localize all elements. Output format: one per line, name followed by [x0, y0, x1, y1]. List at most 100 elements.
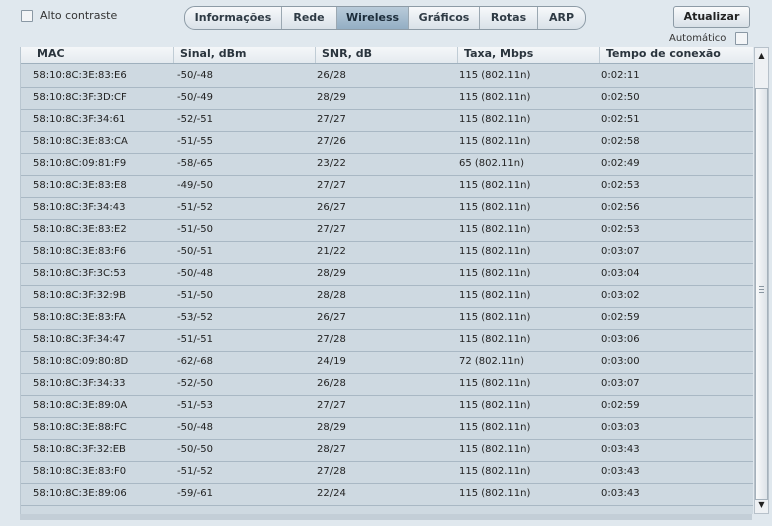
tab-wireless[interactable]: Wireless: [336, 7, 408, 29]
rate-cell: 115 (802.11n): [459, 444, 531, 455]
snr-cell: 27/27: [317, 180, 346, 191]
snr-cell: 27/28: [317, 334, 346, 345]
uptime-cell: 0:03:00: [601, 356, 640, 367]
table-row[interactable]: 58:10:8C:3E:83:F6 -50/-51 21/22 115 (802.11…: [21, 242, 753, 264]
high-contrast-checkbox[interactable]: [21, 9, 33, 22]
table-row[interactable]: 58:10:8C:3F:34:43 -51/-52 26/27 115 (802.11…: [21, 198, 753, 220]
signal-cell: -50/-50: [177, 444, 214, 455]
signal-cell: -51/-51: [177, 334, 214, 345]
snr-cell: 27/26: [317, 136, 346, 147]
table-row[interactable]: 58:10:8C:3E:83:F0 -51/-52 27/28 115 (802.11…: [21, 462, 753, 484]
table-row[interactable]: 58:10:8C:3E:83:CA -51/-55 27/26 115 (802.11…: [21, 132, 753, 154]
snr-cell: 26/28: [317, 70, 346, 81]
column-header-snr[interactable]: SNR, dB: [315, 47, 457, 63]
table-row[interactable]: 58:10:8C:3F:32:9B -51/-50 28/28 115 (802.11…: [21, 286, 753, 308]
uptime-cell: 0:03:06: [601, 334, 640, 345]
signal-cell: -51/-50: [177, 290, 214, 301]
uptime-cell: 0:03:03: [601, 422, 640, 433]
signal-cell: -50/-49: [177, 92, 214, 103]
rate-cell: 65 (802.11n): [459, 158, 525, 169]
high-contrast-toggle[interactable]: Alto contraste: [21, 9, 117, 22]
snr-cell: 26/27: [317, 202, 346, 213]
scroll-down-icon[interactable]: ▼: [755, 498, 768, 512]
mac-cell: 58:10:8C:3E:89:06: [33, 488, 127, 499]
mac-cell: 58:10:8C:09:81:F9: [33, 158, 127, 169]
table-row[interactable]: 58:10:8C:3E:88:FC -50/-48 28/29 115 (802.11…: [21, 418, 753, 440]
uptime-cell: 0:02:51: [601, 114, 640, 125]
uptime-cell: 0:03:43: [601, 444, 640, 455]
uptime-cell: 0:02:59: [601, 312, 640, 323]
table-row[interactable]: 58:10:8C:3F:34:47 -51/-51 27/28 115 (802.11…: [21, 330, 753, 352]
table-row[interactable]: 58:10:8C:3E:89:0A -51/-53 27/27 115 (802.11…: [21, 396, 753, 418]
table-row[interactable]: 58:10:8C:3E:83:FA -53/-52 26/27 115 (802.11…: [21, 308, 753, 330]
snr-cell: 26/28: [317, 378, 346, 389]
signal-cell: -62/-68: [177, 356, 214, 367]
tab-graficos[interactable]: Gráficos: [408, 7, 479, 29]
table-row[interactable]: 58:10:8C:3F:3D:CF -50/-49 28/29 115 (802.11…: [21, 88, 753, 110]
mac-cell: 58:10:8C:3E:83:E2: [33, 224, 127, 235]
signal-cell: -50/-48: [177, 422, 214, 433]
mac-cell: 58:10:8C:3E:83:E6: [33, 70, 127, 81]
mac-cell: 58:10:8C:3E:83:E8: [33, 180, 127, 191]
tab-informacoes[interactable]: Informações: [185, 7, 281, 29]
vertical-scrollbar[interactable]: ▲ ▼: [754, 47, 769, 514]
snr-cell: 24/19: [317, 356, 346, 367]
table-row[interactable]: 58:10:8C:3E:83:E6 -50/-48 26/28 115 (802.11…: [21, 66, 753, 88]
rate-cell: 115 (802.11n): [459, 202, 531, 213]
signal-cell: -51/-52: [177, 202, 214, 213]
snr-cell: 28/27: [317, 444, 346, 455]
table-header: MAC Sinal, dBm SNR, dB Taxa, Mbps Tempo …: [21, 47, 753, 64]
mac-cell: 58:10:8C:3F:32:9B: [33, 290, 126, 301]
snr-cell: 27/27: [317, 400, 346, 411]
snr-cell: 28/29: [317, 92, 346, 103]
table-row[interactable]: 58:10:8C:3F:34:33 -52/-50 26/28 115 (802.11…: [21, 374, 753, 396]
uptime-cell: 0:03:04: [601, 268, 640, 279]
mac-cell: 58:10:8C:3F:3C:53: [33, 268, 127, 279]
snr-cell: 26/27: [317, 312, 346, 323]
uptime-cell: 0:02:53: [601, 180, 640, 191]
signal-cell: -52/-50: [177, 378, 214, 389]
snr-cell: 27/28: [317, 466, 346, 477]
table-row[interactable]: 58:10:8C:09:81:F9 -58/-65 23/22 65 (802.11n…: [21, 154, 753, 176]
rate-cell: 115 (802.11n): [459, 312, 531, 323]
uptime-cell: 0:02:49: [601, 158, 640, 169]
tab-rede[interactable]: Rede: [281, 7, 336, 29]
tab-arp[interactable]: ARP: [537, 7, 585, 29]
snr-cell: 27/27: [317, 114, 346, 125]
uptime-cell: 0:02:56: [601, 202, 640, 213]
signal-cell: -51/-55: [177, 136, 214, 147]
column-header-rate[interactable]: Taxa, Mbps: [457, 47, 599, 63]
auto-refresh-toggle[interactable]: Automático: [669, 32, 749, 45]
table-row[interactable]: 58:10:8C:3F:32:EB -50/-50 28/27 115 (802.11…: [21, 440, 753, 462]
uptime-cell: 0:02:50: [601, 92, 640, 103]
snr-cell: 28/29: [317, 422, 346, 433]
tab-rotas[interactable]: Rotas: [479, 7, 537, 29]
auto-refresh-checkbox[interactable]: [735, 32, 749, 45]
table-row[interactable]: 58:10:8C:3F:34:61 -52/-51 27/27 115 (802.11…: [21, 110, 753, 132]
update-button[interactable]: Atualizar: [673, 6, 750, 28]
snr-cell: 22/24: [317, 488, 346, 499]
uptime-cell: 0:02:58: [601, 136, 640, 147]
signal-cell: -49/-50: [177, 180, 214, 191]
table-row[interactable]: 58:10:8C:3F:3C:53 -50/-48 28/29 115 (802.11…: [21, 264, 753, 286]
uptime-cell: 0:03:07: [601, 246, 640, 257]
mac-cell: 58:10:8C:3F:34:47: [33, 334, 126, 345]
column-header-mac[interactable]: MAC: [21, 47, 173, 63]
signal-cell: -51/-52: [177, 466, 214, 477]
scrollbar-thumb[interactable]: [755, 88, 768, 500]
scroll-up-icon[interactable]: ▲: [755, 49, 768, 63]
mac-cell: 58:10:8C:3E:88:FC: [33, 422, 127, 433]
uptime-cell: 0:02:11: [601, 70, 640, 81]
column-header-uptime[interactable]: Tempo de conexão: [599, 47, 753, 63]
rate-cell: 115 (802.11n): [459, 268, 531, 279]
table-row[interactable]: 58:10:8C:09:80:8D -62/-68 24/19 72 (802.11n…: [21, 352, 753, 374]
table-row[interactable]: 58:10:8C:3E:89:06 -59/-61 22/24 115 (802.11…: [21, 484, 753, 506]
snr-cell: 27/27: [317, 224, 346, 235]
toolbar: Alto contraste Informações Rede Wireless…: [0, 0, 772, 48]
mac-cell: 58:10:8C:3F:34:43: [33, 202, 126, 213]
grip-icon: [759, 286, 764, 293]
table-row[interactable]: 58:10:8C:3E:83:E2 -51/-50 27/27 115 (802.11…: [21, 220, 753, 242]
table-row[interactable]: 58:10:8C:3E:83:E8 -49/-50 27/27 115 (802.11…: [21, 176, 753, 198]
column-header-signal[interactable]: Sinal, dBm: [173, 47, 315, 63]
uptime-cell: 0:02:53: [601, 224, 640, 235]
